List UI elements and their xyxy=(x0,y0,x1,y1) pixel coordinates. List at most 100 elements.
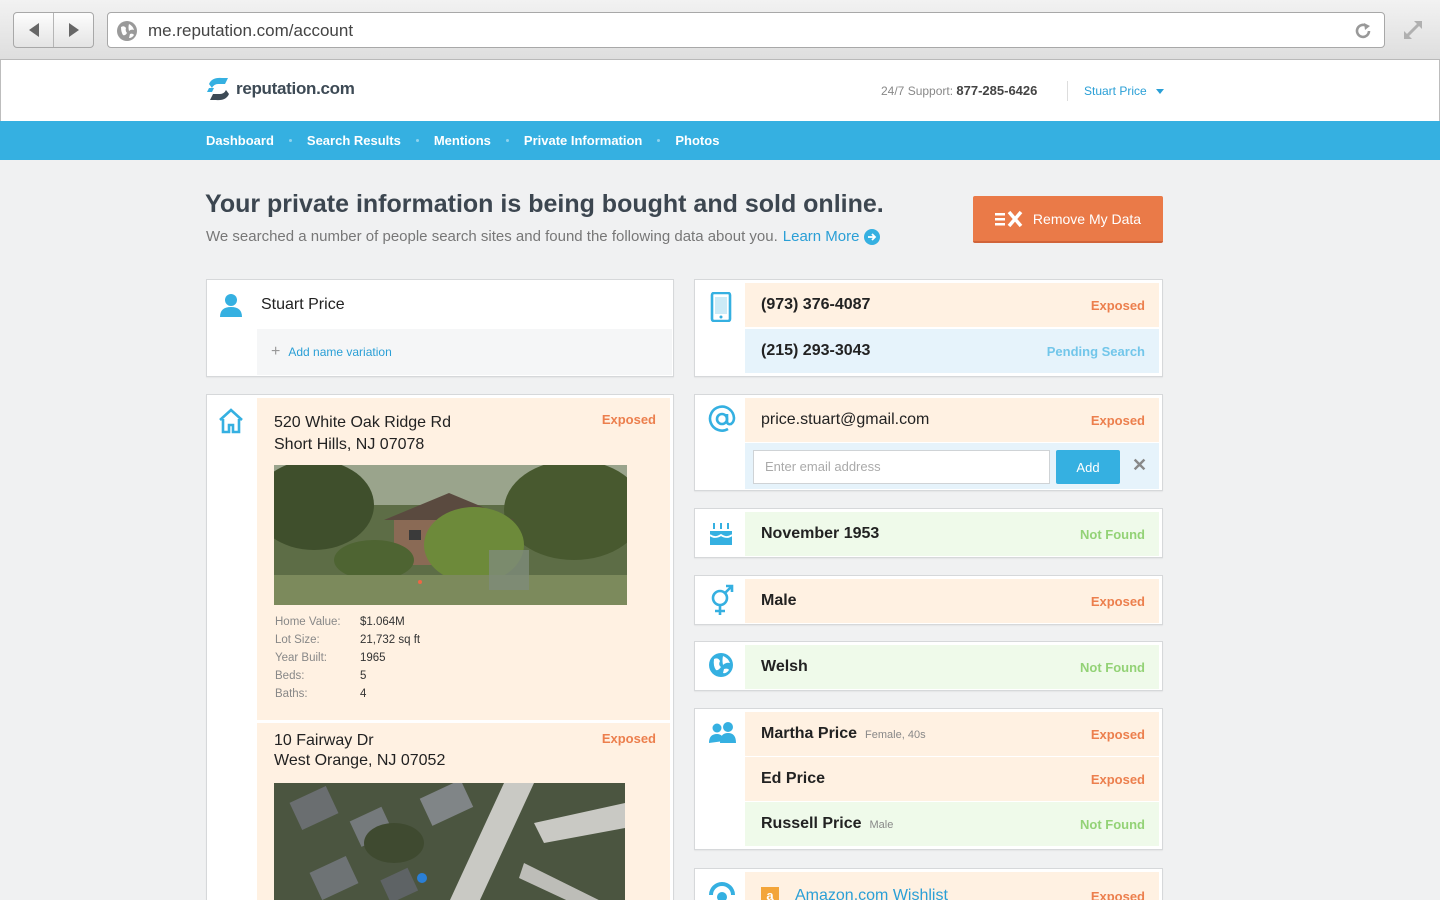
globe-icon xyxy=(117,21,137,41)
url-text: me.reputation.com/account xyxy=(148,21,354,40)
detail-label: Beds: xyxy=(275,670,305,682)
remove-my-data-button[interactable]: Remove My Data xyxy=(973,196,1163,243)
relative-row: Russell Price Male Not Found xyxy=(745,802,1159,846)
add-variation-label: Add name variation xyxy=(288,345,392,359)
detail-label: Year Built: xyxy=(275,652,327,664)
remove-data-icon xyxy=(994,210,1023,227)
relative-status: Exposed xyxy=(1090,772,1145,787)
nav-mentions[interactable]: Mentions xyxy=(434,133,491,148)
gender-value: Male xyxy=(761,592,797,609)
relative-name-text: Ed Price xyxy=(761,770,826,787)
phone-row: (973) 376-4087 Exposed xyxy=(745,283,1159,327)
user-menu[interactable]: Stuart Price xyxy=(1084,84,1164,98)
wishlist-link[interactable]: Amazon.com Wishlist xyxy=(795,887,948,900)
birthday-card: November 1953 Not Found xyxy=(694,508,1163,558)
relative-meta: Female, 40s xyxy=(865,729,926,741)
plus-icon: + xyxy=(271,343,281,360)
phone-row: (215) 293-3043 Pending Search xyxy=(745,329,1159,373)
nav-separator xyxy=(505,139,509,142)
relative-name-text: Russell Price xyxy=(761,815,862,832)
forward-button[interactable] xyxy=(53,13,93,47)
phone-number: (215) 293-3043 xyxy=(761,342,871,359)
relative-name: Martha Price Female, 40s xyxy=(761,725,926,743)
address-text: 520 White Oak Ridge Rd Short Hills, NJ 0… xyxy=(274,412,451,456)
address-line2: Short Hills, NJ 07078 xyxy=(274,436,425,453)
property-details: Home Value: $1.064M Lot Size: 21,732 sq ft… xyxy=(275,613,420,703)
amazon-icon: a xyxy=(761,887,779,900)
address-line1: 10 Fairway Dr xyxy=(274,732,374,749)
arrow-circle-icon[interactable] xyxy=(864,228,881,245)
address-status: Exposed xyxy=(601,731,656,746)
learn-more-link[interactable]: Learn More xyxy=(783,228,860,245)
email-status: Exposed xyxy=(1090,413,1145,428)
support-label: 24/7 Support: xyxy=(881,84,954,98)
shopping-icon xyxy=(709,882,735,900)
gender-row: Male Exposed xyxy=(745,579,1159,623)
gender-icon xyxy=(711,584,734,615)
nav-separator xyxy=(415,139,419,142)
birthday-cake-icon xyxy=(709,523,733,545)
top-header: reputation.com 24/7 Support: 877-285-642… xyxy=(0,60,1440,121)
nav-search-results[interactable]: Search Results xyxy=(307,133,401,148)
detail-value: 4 xyxy=(360,688,367,700)
full-name: Stuart Price xyxy=(261,296,345,313)
relative-name: Ed Price xyxy=(761,770,825,788)
add-name-variation[interactable]: + Add name variation xyxy=(257,329,672,375)
wishlist-row: a Amazon.com Wishlist Exposed xyxy=(745,872,1159,900)
address-line2: West Orange, NJ 07052 xyxy=(274,752,446,769)
address-row: 520 White Oak Ridge Rd Short Hills, NJ 0… xyxy=(257,398,670,720)
page-subtitle: We searched a number of people search si… xyxy=(206,228,881,245)
detail-value: $1.064M xyxy=(360,616,405,628)
fullscreen-icon[interactable] xyxy=(1400,17,1426,43)
detail-value: 21,732 sq ft xyxy=(360,634,421,646)
detail-value: 1965 xyxy=(360,652,386,664)
add-email-button[interactable]: Add xyxy=(1056,450,1120,484)
phones-card: (973) 376-4087 Exposed (215) 293-3043 Pe… xyxy=(694,279,1163,377)
phone-status: Pending Search xyxy=(1046,344,1145,359)
close-icon[interactable]: ✕ xyxy=(1132,455,1147,476)
address-status: Exposed xyxy=(601,412,656,427)
support-phone: 877-285-6426 xyxy=(956,83,1038,98)
detail-value: 5 xyxy=(360,670,367,682)
wishlist-status: Exposed xyxy=(1090,889,1145,900)
detail-label: Baths: xyxy=(275,688,308,700)
wishlist-card: a Amazon.com Wishlist Exposed xyxy=(694,868,1163,900)
email-card: price.stuart@gmail.com Exposed Enter ema… xyxy=(694,394,1163,491)
site-logo[interactable]: reputation.com xyxy=(206,76,355,102)
nav-private-information[interactable]: Private Information xyxy=(524,133,642,148)
person-icon xyxy=(220,294,242,317)
remove-button-label: Remove My Data xyxy=(1032,210,1142,227)
phone-number: (973) 376-4087 xyxy=(761,296,871,313)
email-row: price.stuart@gmail.com Exposed xyxy=(745,398,1159,442)
browser-nav-buttons xyxy=(13,12,94,48)
page-title: Your private information is being bought… xyxy=(205,190,884,218)
gender-status: Exposed xyxy=(1090,594,1145,609)
detail-row: Beds: 5 xyxy=(275,667,420,685)
ethnicity-row: Welsh Not Found xyxy=(745,645,1159,689)
relative-meta: Male xyxy=(869,819,894,831)
logo-text: reputation.com xyxy=(236,79,355,98)
address-bar[interactable]: me.reputation.com/account xyxy=(107,12,1385,48)
address-text: 10 Fairway Dr West Orange, NJ 07052 xyxy=(274,731,445,771)
add-email-row: Enter email address Add ✕ xyxy=(745,443,1159,489)
aerial-photo[interactable] xyxy=(274,783,625,900)
phone-status: Exposed xyxy=(1090,298,1145,313)
address-row: 10 Fairway Dr West Orange, NJ 07052 Expo… xyxy=(257,723,670,900)
relatives-card: Martha Price Female, 40s Exposed Ed Price… xyxy=(694,708,1163,850)
email-address: price.stuart@gmail.com xyxy=(761,411,930,428)
caret-down-icon xyxy=(1155,88,1164,94)
email-input[interactable]: Enter email address xyxy=(753,450,1050,484)
support-info: 24/7 Support: 877-285-6426 xyxy=(881,83,1037,98)
back-button[interactable] xyxy=(14,13,53,47)
nav-dashboard[interactable]: Dashboard xyxy=(206,133,274,148)
ethnicity-value: Welsh xyxy=(761,658,808,675)
nav-photos[interactable]: Photos xyxy=(675,133,719,148)
street-view-photo[interactable] xyxy=(274,465,627,605)
detail-row: Baths: 4 xyxy=(275,685,420,703)
detail-label: Home Value: xyxy=(275,616,341,628)
reload-icon[interactable] xyxy=(1352,20,1374,42)
browser-chrome: me.reputation.com/account xyxy=(0,0,1440,60)
page: reputation.com 24/7 Support: 877-285-642… xyxy=(0,60,1440,900)
globe-icon xyxy=(709,653,733,677)
family-icon xyxy=(709,722,736,743)
